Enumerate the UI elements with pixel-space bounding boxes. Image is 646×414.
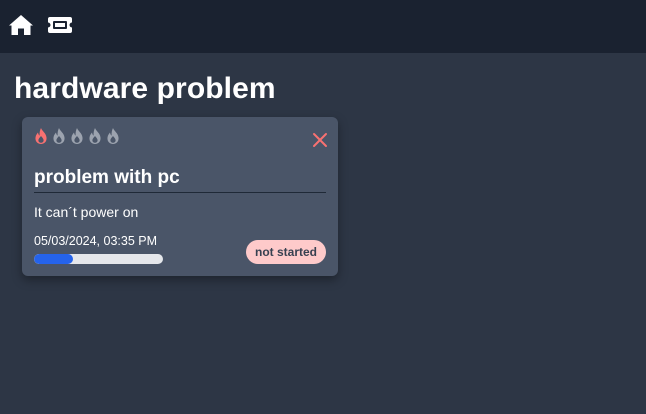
home-button[interactable] <box>8 13 34 37</box>
flame-icon[interactable] <box>51 127 67 145</box>
ticket-title: problem with pc <box>34 167 180 188</box>
flame-icon[interactable] <box>69 127 85 145</box>
home-icon <box>9 15 33 35</box>
status-badge: not started <box>245 240 326 264</box>
progress-bar <box>34 254 163 264</box>
flame-icon[interactable] <box>105 127 121 145</box>
top-navigation-bar <box>0 0 646 53</box>
priority-rating[interactable] <box>33 127 121 145</box>
ticket-description: It can´t power on <box>34 204 139 220</box>
flame-icon[interactable] <box>33 127 49 145</box>
flame-icon[interactable] <box>87 127 103 145</box>
close-icon <box>313 133 327 147</box>
page-title: hardware problem <box>14 72 276 105</box>
title-divider <box>34 192 326 193</box>
ticket-timestamp: 05/03/2024, 03:35 PM <box>34 234 158 248</box>
progress-bar-fill <box>34 254 73 264</box>
ticket-icon <box>48 17 72 33</box>
ticket-card[interactable]: problem with pc It can´t power on 05/03/… <box>22 117 338 276</box>
tickets-button[interactable] <box>47 13 73 37</box>
close-button[interactable] <box>310 130 330 150</box>
